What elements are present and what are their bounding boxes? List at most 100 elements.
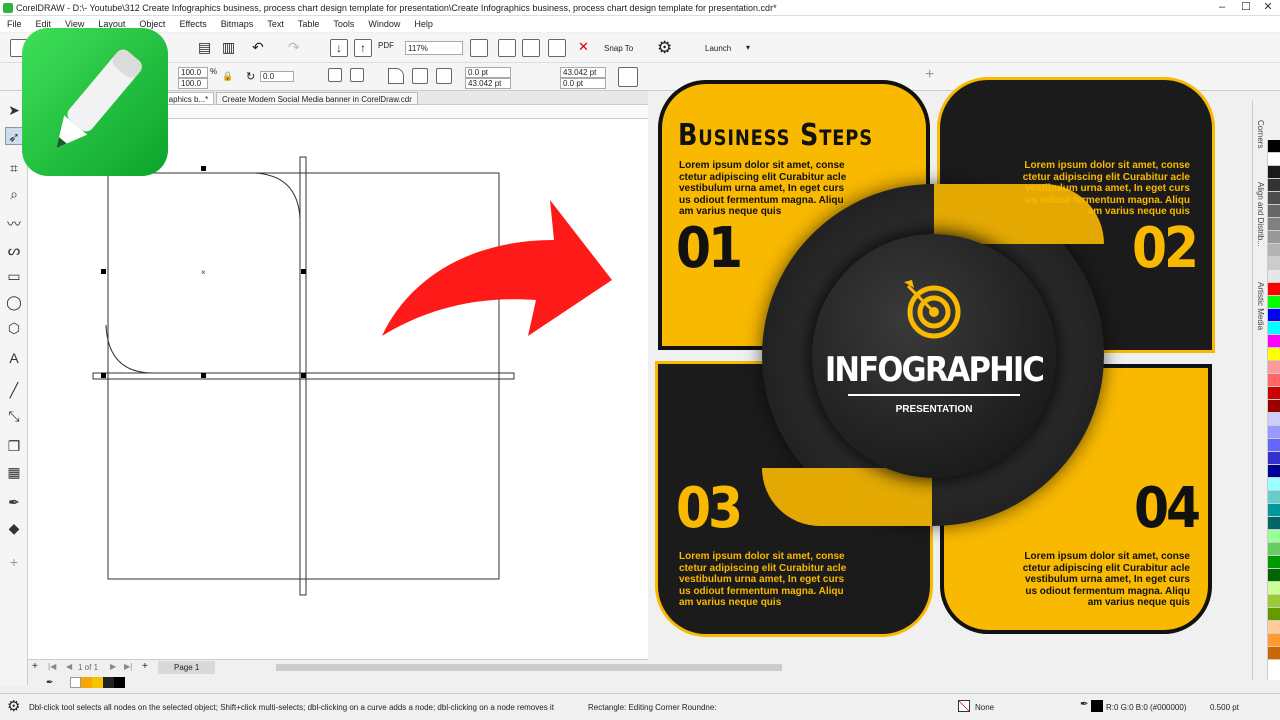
- rectangle-tool-icon[interactable]: ▭: [5, 267, 23, 285]
- palette-swatch[interactable]: [1268, 569, 1280, 582]
- prev-page-icon[interactable]: ◀: [66, 662, 72, 671]
- docker-tab-corners[interactable]: Corners: [1256, 120, 1265, 148]
- outline-color-swatch[interactable]: [1091, 700, 1103, 712]
- eyedropper-tool-icon[interactable]: ✒: [5, 493, 23, 511]
- corner-top-right-input[interactable]: 43.042 pt: [560, 67, 606, 78]
- artistic-media-icon[interactable]: ᔕ: [5, 241, 23, 259]
- palette-swatch[interactable]: [1268, 439, 1280, 452]
- corner-bottom-left-input[interactable]: 43.042 pt: [465, 78, 511, 89]
- swatch-none[interactable]: [70, 677, 81, 688]
- palette-swatch[interactable]: [1268, 621, 1280, 634]
- show-grid-icon[interactable]: [522, 39, 540, 57]
- launch-chevron-down-icon[interactable]: ▾: [746, 43, 750, 52]
- round-corner-icon[interactable]: [388, 68, 404, 84]
- minimize-icon[interactable]: –: [1212, 0, 1232, 16]
- menu-table[interactable]: Table: [298, 19, 320, 29]
- options-gear-icon[interactable]: ⚙: [657, 38, 672, 58]
- palette-swatch[interactable]: [1268, 543, 1280, 556]
- mirror-h-icon[interactable]: [328, 68, 342, 82]
- swatch-black[interactable]: [114, 677, 125, 688]
- palette-swatch[interactable]: [1268, 400, 1280, 413]
- tab-social-media-banner[interactable]: Create Modern Social Media banner in Cor…: [216, 92, 418, 105]
- scallop-corner-icon[interactable]: [412, 68, 428, 84]
- corner-bottom-right-input[interactable]: 0.0 pt: [560, 78, 606, 89]
- zoom-tool-icon[interactable]: ⌕: [5, 185, 23, 203]
- show-guidelines-icon[interactable]: [548, 39, 566, 57]
- menu-file[interactable]: File: [7, 19, 22, 29]
- palette-swatch[interactable]: [1268, 413, 1280, 426]
- launch-button[interactable]: Launch: [705, 44, 731, 53]
- connector-tool-icon[interactable]: ⤡: [5, 407, 23, 425]
- import-icon[interactable]: ▤: [198, 39, 216, 57]
- full-screen-icon[interactable]: [470, 39, 488, 57]
- export-arrow-icon[interactable]: ↑: [354, 39, 372, 57]
- palette-swatch[interactable]: [1268, 374, 1280, 387]
- palette-swatch[interactable]: [1268, 205, 1280, 218]
- freehand-tool-icon[interactable]: 〰: [5, 215, 23, 233]
- menu-bitmaps[interactable]: Bitmaps: [221, 19, 254, 29]
- last-page-icon[interactable]: ▶|: [124, 662, 132, 671]
- next-page-icon[interactable]: ▶: [110, 662, 116, 671]
- lock-ratio-icon[interactable]: 🔒: [222, 71, 233, 82]
- palette-swatch[interactable]: [1268, 608, 1280, 621]
- shape-tool-icon[interactable]: ➶: [5, 127, 23, 145]
- mirror-v-icon[interactable]: [350, 68, 364, 82]
- palette-swatch[interactable]: [1268, 309, 1280, 322]
- menu-tools[interactable]: Tools: [333, 19, 354, 29]
- palette-swatch[interactable]: [1268, 387, 1280, 400]
- palette-swatch[interactable]: [1268, 478, 1280, 491]
- chamfer-corner-icon[interactable]: [436, 68, 452, 84]
- publish-pdf-button[interactable]: PDF: [378, 41, 394, 50]
- docker-tab-artistic-media[interactable]: Artistic Media: [1256, 282, 1265, 330]
- rotation-input[interactable]: 0.0: [260, 71, 294, 82]
- status-gear-icon[interactable]: ⚙: [7, 697, 20, 715]
- palette-swatch[interactable]: [1268, 348, 1280, 361]
- close-icon[interactable]: ✕: [1258, 0, 1278, 16]
- palette-swatch[interactable]: [1268, 218, 1280, 231]
- palette-swatch[interactable]: [1268, 582, 1280, 595]
- palette-swatch[interactable]: [1268, 465, 1280, 478]
- palette-swatch[interactable]: [1268, 556, 1280, 569]
- palette-swatch[interactable]: [1268, 153, 1280, 166]
- menu-window[interactable]: Window: [368, 19, 400, 29]
- palette-swatch[interactable]: [1268, 166, 1280, 179]
- palette-swatch[interactable]: [1268, 283, 1280, 296]
- zoom-level-select[interactable]: 117%: [405, 41, 463, 55]
- maximize-icon[interactable]: ☐: [1236, 0, 1256, 16]
- swatch-orange[interactable]: [81, 677, 92, 688]
- import-arrow-icon[interactable]: ↓: [330, 39, 348, 57]
- crop-tool-icon[interactable]: ⌗: [5, 159, 23, 177]
- menu-effects[interactable]: Effects: [179, 19, 206, 29]
- transparency-tool-icon[interactable]: ▦: [5, 463, 23, 481]
- line-tool-icon[interactable]: ╱: [5, 381, 23, 399]
- text-tool-icon[interactable]: A: [5, 349, 23, 367]
- redo-icon[interactable]: ↷: [288, 39, 306, 57]
- palette-swatch[interactable]: [1268, 517, 1280, 530]
- palette-swatch[interactable]: [1268, 270, 1280, 283]
- fill-none-icon[interactable]: [958, 700, 970, 712]
- relative-corner-icon[interactable]: [618, 67, 638, 87]
- palette-swatch[interactable]: [1268, 361, 1280, 374]
- palette-swatch[interactable]: [1268, 634, 1280, 647]
- palette-swatch[interactable]: [1268, 179, 1280, 192]
- show-rulers-icon[interactable]: [498, 39, 516, 57]
- menu-text[interactable]: Text: [267, 19, 284, 29]
- add-page-end-icon[interactable]: +: [142, 661, 148, 672]
- palette-swatch[interactable]: [1268, 231, 1280, 244]
- ellipse-tool-icon[interactable]: ◯: [5, 293, 23, 311]
- pick-tool-icon[interactable]: ➤: [5, 101, 23, 119]
- color-eyedropper-icon[interactable]: ✒: [46, 677, 54, 688]
- palette-swatch[interactable]: [1268, 296, 1280, 309]
- shadow-tool-icon[interactable]: ❐: [5, 437, 23, 455]
- polygon-tool-icon[interactable]: ⬡: [5, 319, 23, 337]
- export-icon[interactable]: ▥: [222, 39, 240, 57]
- swatch-yellow[interactable]: [92, 677, 103, 688]
- palette-swatch[interactable]: [1268, 257, 1280, 270]
- scale-width-input[interactable]: 100.0: [178, 67, 208, 78]
- palette-swatch[interactable]: [1268, 244, 1280, 257]
- snap-to-button[interactable]: Snap To: [604, 44, 633, 53]
- page-tab-1[interactable]: Page 1: [158, 661, 216, 674]
- palette-swatch[interactable]: [1268, 647, 1280, 660]
- swatch-dark[interactable]: [103, 677, 114, 688]
- palette-swatch[interactable]: [1268, 322, 1280, 335]
